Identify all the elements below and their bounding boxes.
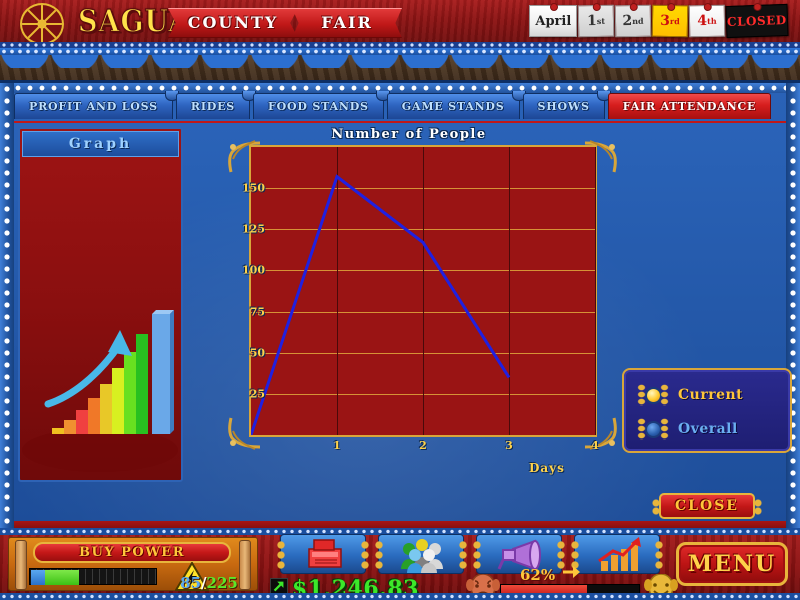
chart-line-series	[251, 174, 511, 435]
blue-scallop-decoration	[0, 48, 800, 68]
ribbon-county-text: COUNTY	[187, 13, 279, 32]
bar-chart-icon	[598, 537, 641, 571]
happy-mask-icon	[644, 574, 678, 600]
cash-register-plaque[interactable]	[276, 534, 370, 574]
close-button[interactable]: CLOSE	[652, 493, 762, 519]
radio-current-icon[interactable]	[637, 382, 669, 408]
x-tick-label: 1	[333, 439, 341, 452]
happiness-percent: 62%	[520, 566, 556, 584]
gridline-v	[595, 147, 596, 435]
legend-option-current[interactable]: Current	[637, 382, 744, 408]
calendar-month: April	[529, 3, 578, 37]
cash-register-icon	[308, 539, 342, 568]
power-current: 85	[180, 574, 202, 592]
tab-food-stands[interactable]: FOOD STANDS	[253, 91, 390, 119]
x-tick-label: 4	[591, 439, 599, 452]
y-tick-label: 125	[242, 222, 265, 236]
top-banner: SAGUARO COUNTY FAIR April 1st 2nd 3rd 4t…	[0, 0, 800, 48]
radio-overall-icon[interactable]	[637, 416, 669, 442]
day-2-suffix: nd	[632, 15, 644, 27]
power-post-left	[15, 540, 27, 590]
title-ribbon-county: COUNTY	[168, 8, 298, 38]
main-window: PROFIT AND LOSS RIDES FOOD STANDS GAME S…	[0, 80, 800, 531]
y-tick-label: 100	[242, 263, 265, 277]
legend-overall-label: Overall	[678, 421, 738, 437]
legend-current-label: Current	[678, 387, 744, 403]
happiness-meter-fill	[501, 585, 587, 597]
right-arrow-icon	[563, 566, 580, 578]
day-1-suffix: st	[597, 15, 606, 26]
tab-game-stands[interactable]: GAME STANDS	[386, 91, 526, 119]
ribbon-fair-text: FAIR	[321, 13, 373, 32]
legend-option-overall[interactable]: Overall	[637, 416, 738, 442]
sidebar-header-label: Graph	[22, 131, 179, 157]
title-ribbon-fair: FAIR	[292, 8, 402, 38]
power-panel: BUY POWER 85/225	[8, 537, 258, 592]
chart-plot-area	[249, 145, 597, 437]
calendar-closed-badge: CLOSED	[725, 3, 789, 39]
menu-button[interactable]: MENU	[676, 542, 788, 586]
tab-profit-and-loss[interactable]: PROFIT AND LOSS	[14, 91, 179, 119]
y-tick-label: 25	[249, 387, 265, 401]
happiness-meter	[500, 584, 640, 598]
day-3-label: 3	[660, 12, 671, 29]
star-border-right	[786, 83, 800, 531]
ascending-bar-chart-illustration	[22, 310, 178, 472]
graph-sidebar: Graph	[18, 127, 183, 482]
money-trend-arrow-icon	[270, 578, 288, 596]
sad-mask-icon	[466, 574, 500, 600]
day-3-suffix: rd	[670, 16, 681, 27]
chart-title: Number of People	[331, 127, 487, 142]
power-max: 225	[206, 574, 238, 592]
tab-fair-attendance[interactable]: FAIR ATTENDANCE	[607, 93, 772, 119]
power-values: 85/225	[169, 574, 249, 592]
decorative-dirt-strip	[0, 48, 800, 84]
x-tick-label: 2	[419, 439, 427, 452]
calendar-day-1[interactable]: 1st	[578, 4, 615, 38]
power-meter	[29, 568, 157, 585]
attendance-chart: Number of People 25 50 75 100 125 150 1 …	[199, 123, 619, 483]
crowd-people-icon	[401, 539, 443, 573]
bottom-hud: BUY POWER 85/225 $1,246.83 62% MENU	[0, 528, 800, 600]
tab-bar: PROFIT AND LOSS RIDES FOOD STANDS GAME S…	[14, 91, 786, 121]
day-4-suffix: th	[707, 15, 718, 26]
date-selector[interactable]: April 1st 2nd 3rd 4th CLOSED	[529, 3, 789, 39]
star-border-left	[0, 83, 14, 531]
statistics-plaque[interactable]	[570, 534, 664, 574]
tab-shows[interactable]: SHOWS	[522, 91, 611, 119]
tab-rides[interactable]: RIDES	[175, 91, 257, 119]
attendance-plaque[interactable]	[374, 534, 468, 574]
content-panel: Graph Number of People 25 50 75 100 125 …	[14, 121, 792, 521]
chart-legend-panel: Current Overall	[622, 368, 792, 453]
power-meter-fill	[31, 570, 79, 585]
y-tick-label: 50	[249, 346, 265, 360]
calendar-day-4[interactable]: 4th	[689, 4, 726, 38]
x-tick-label: 3	[505, 439, 513, 452]
ferris-wheel-icon	[20, 3, 64, 45]
star-border-top	[0, 83, 800, 93]
calendar-day-3-selected[interactable]: 3rd	[652, 4, 689, 38]
y-tick-label: 75	[249, 305, 265, 319]
y-tick-label: 150	[242, 181, 265, 195]
buy-power-button[interactable]: BUY POWER	[33, 542, 231, 563]
calendar-day-2[interactable]: 2nd	[615, 4, 652, 38]
money-amount: $1,246.83	[292, 576, 419, 600]
chart-x-axis-label: Days	[529, 461, 565, 475]
